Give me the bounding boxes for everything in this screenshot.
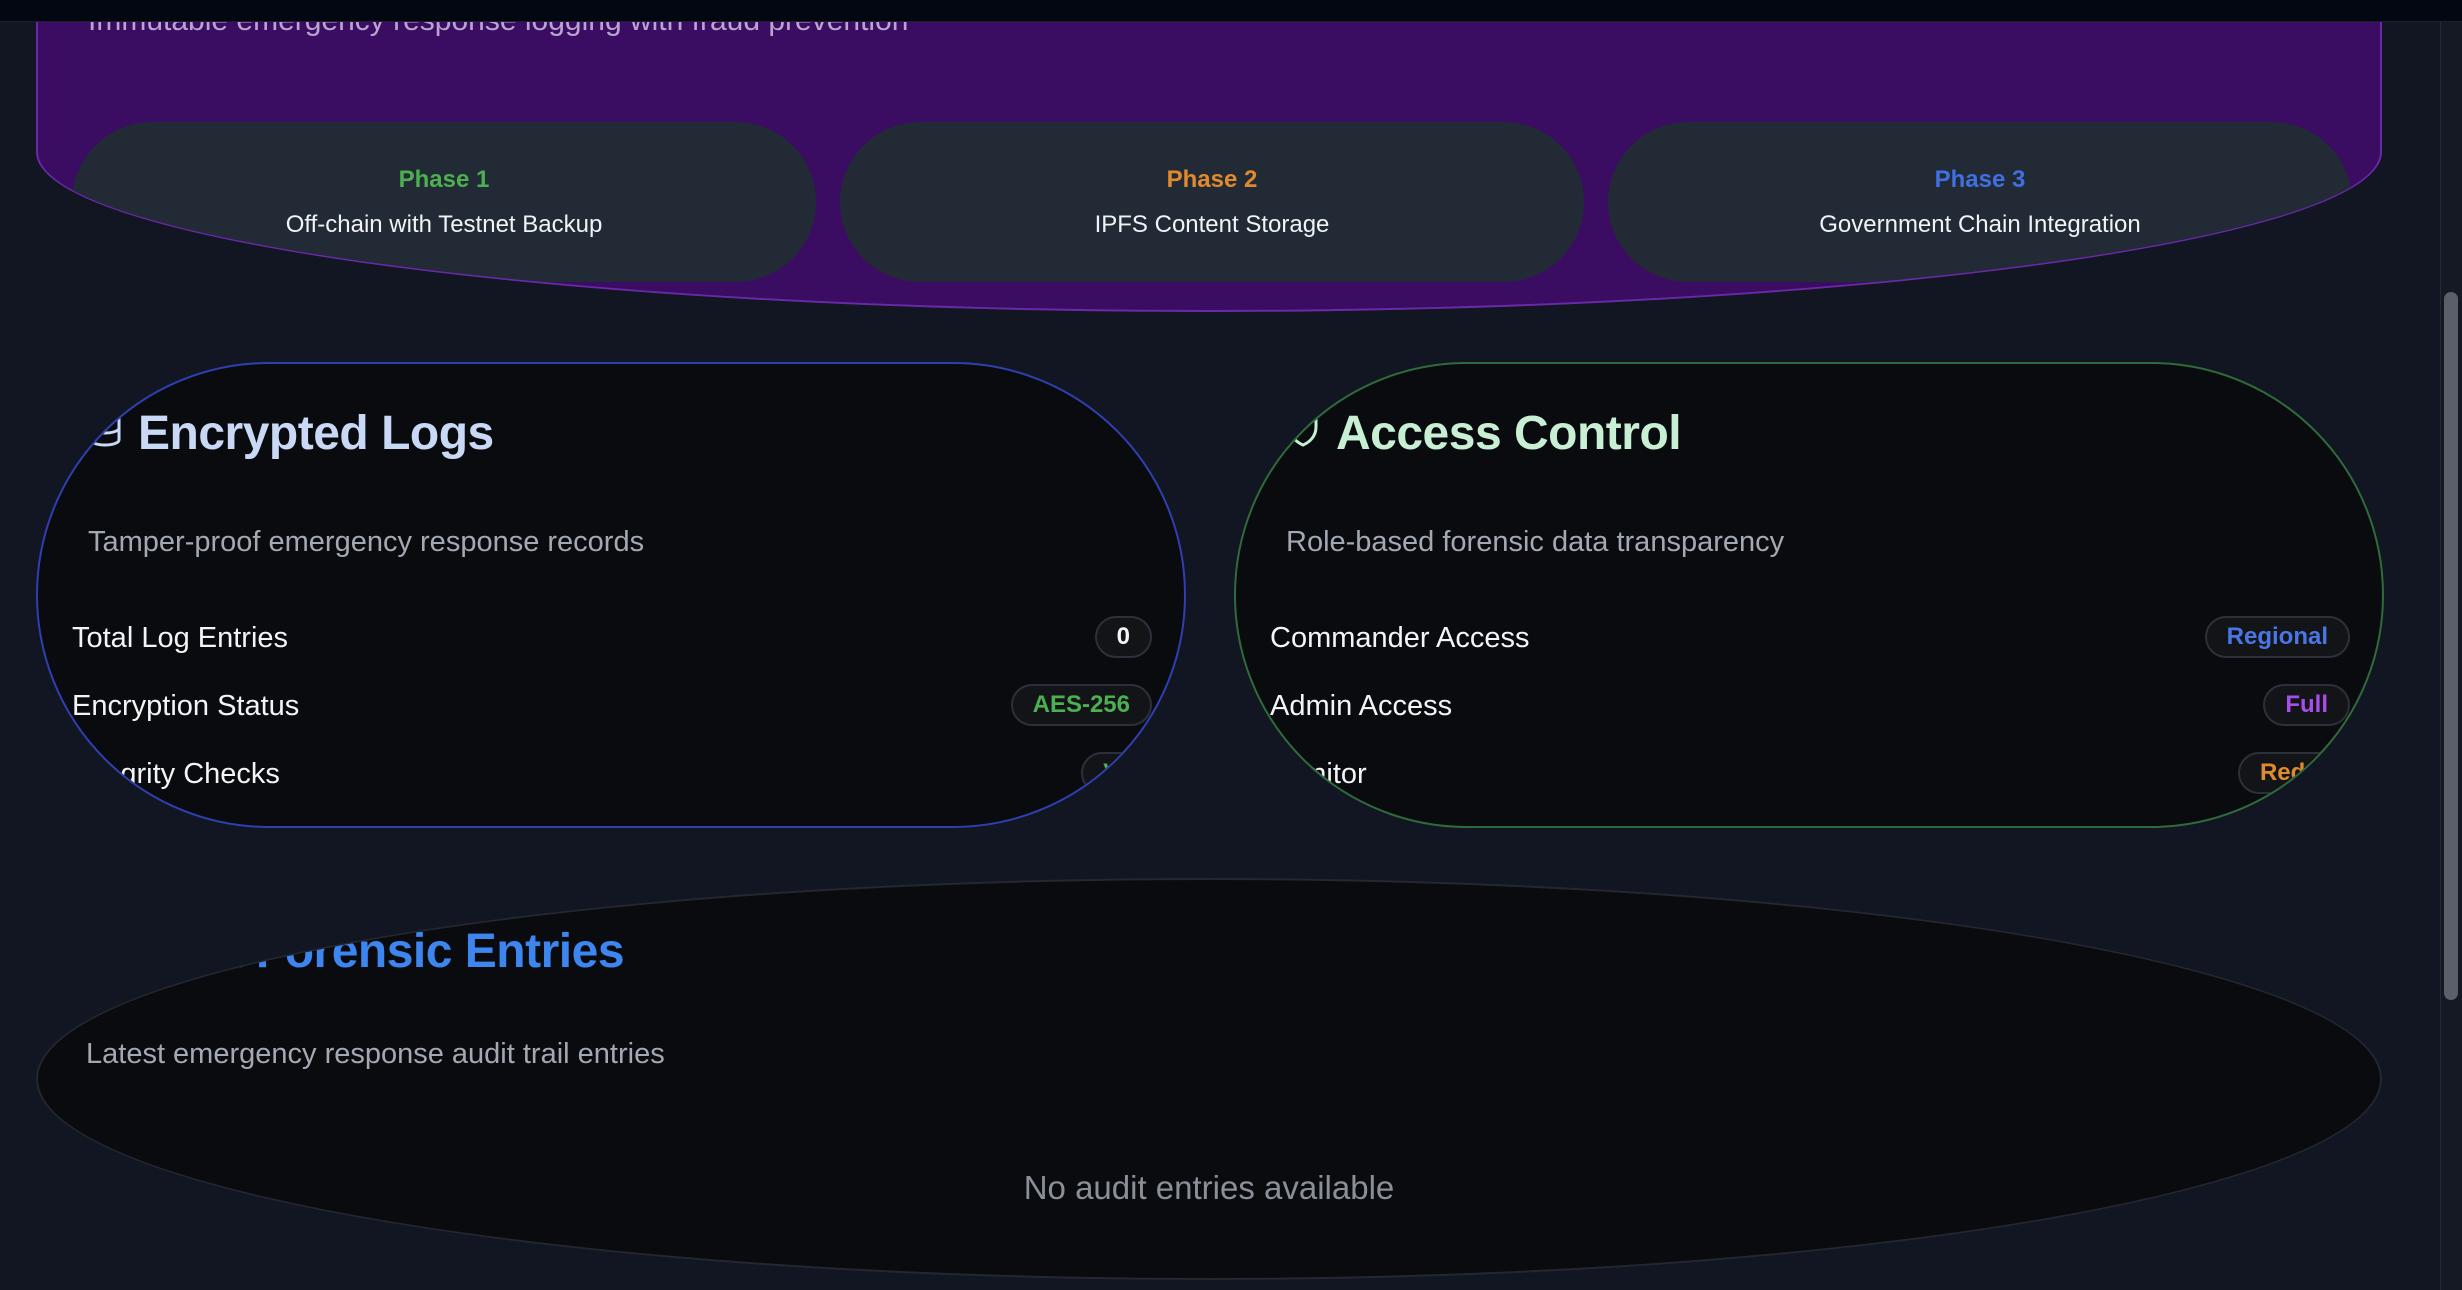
phase-2-text: IPFS Content Storage bbox=[1094, 211, 1330, 238]
vertical-scrollbar[interactable] bbox=[2440, 22, 2462, 1290]
phase-3-card: Phase 3 Government Chain Integration bbox=[1608, 122, 2352, 282]
app-viewport: Immutable emergency response logging wit… bbox=[0, 0, 2462, 1290]
encrypted-logs-title: Encrypted Logs bbox=[138, 407, 494, 460]
stat-row: Total Log Entries 0 bbox=[72, 616, 1152, 664]
encrypted-logs-description: Tamper-proof emergency response records bbox=[88, 526, 645, 558]
access-control-title-row: Access Control bbox=[1286, 406, 1682, 461]
phase-2-title: Phase 2 bbox=[1166, 166, 1258, 193]
phase-2-card: Phase 2 IPFS Content Storage bbox=[840, 122, 1584, 282]
stat-label: Total Log Entries bbox=[72, 622, 289, 654]
encrypted-logs-title-row: Encrypted Logs bbox=[88, 406, 494, 461]
access-control-card: Access Control Role-based forensic data … bbox=[1234, 362, 2384, 828]
empty-state-text: No audit entries available bbox=[1023, 1169, 1395, 1206]
encryption-status-badge: AES-256 bbox=[1010, 684, 1152, 726]
access-label: Admin Access bbox=[1270, 690, 1453, 722]
recent-entries-description: Latest emergency response audit trail en… bbox=[86, 1038, 665, 1070]
integrity-checks-badge: Verified bbox=[1081, 752, 1184, 794]
access-label: Monitor bbox=[1270, 758, 1367, 790]
access-control-title: Access Control bbox=[1336, 407, 1682, 460]
stat-row: Integrity Checks Verified bbox=[72, 752, 1184, 800]
phase-3-text: Government Chain Integration bbox=[1819, 211, 2141, 238]
phase-1-card: Phase 1 Off-chain with Testnet Backup bbox=[72, 122, 816, 282]
shield-icon bbox=[1286, 409, 1322, 457]
encrypted-logs-card: Encrypted Logs Tamper-proof emergency re… bbox=[36, 362, 1186, 828]
access-control-description: Role-based forensic data transparency bbox=[1286, 526, 1785, 558]
blockchain-integration-card: Immutable emergency response logging wit… bbox=[36, 0, 2382, 312]
access-label: Commander Access bbox=[1270, 622, 1530, 654]
phase-1-title: Phase 1 bbox=[398, 166, 490, 193]
phase-3-title: Phase 3 bbox=[1934, 166, 2026, 193]
access-row: Admin Access Full bbox=[1270, 684, 2350, 732]
access-row: Monitor Redacted bbox=[1270, 752, 2382, 800]
monitor-access-badge: Redacted bbox=[2237, 752, 2382, 794]
commander-access-badge: Regional bbox=[2204, 616, 2350, 658]
phase-1-text: Off-chain with Testnet Backup bbox=[285, 211, 603, 238]
database-icon bbox=[88, 409, 124, 457]
scrollbar-thumb[interactable] bbox=[2444, 292, 2458, 1000]
stat-label: Encryption Status bbox=[72, 690, 300, 722]
stat-row: Encryption Status AES-256 bbox=[72, 684, 1152, 732]
admin-access-badge: Full bbox=[2263, 684, 2350, 726]
stat-label: Integrity Checks bbox=[72, 758, 280, 790]
recent-entries-title: Recent Forensic Entries bbox=[86, 925, 625, 978]
recent-forensic-entries-card: Recent Forensic Entries Latest emergency… bbox=[36, 878, 2382, 1280]
window-top-bar bbox=[0, 0, 2462, 22]
total-log-entries-badge: 0 bbox=[1094, 616, 1152, 658]
access-row: Commander Access Regional bbox=[1270, 616, 2350, 664]
